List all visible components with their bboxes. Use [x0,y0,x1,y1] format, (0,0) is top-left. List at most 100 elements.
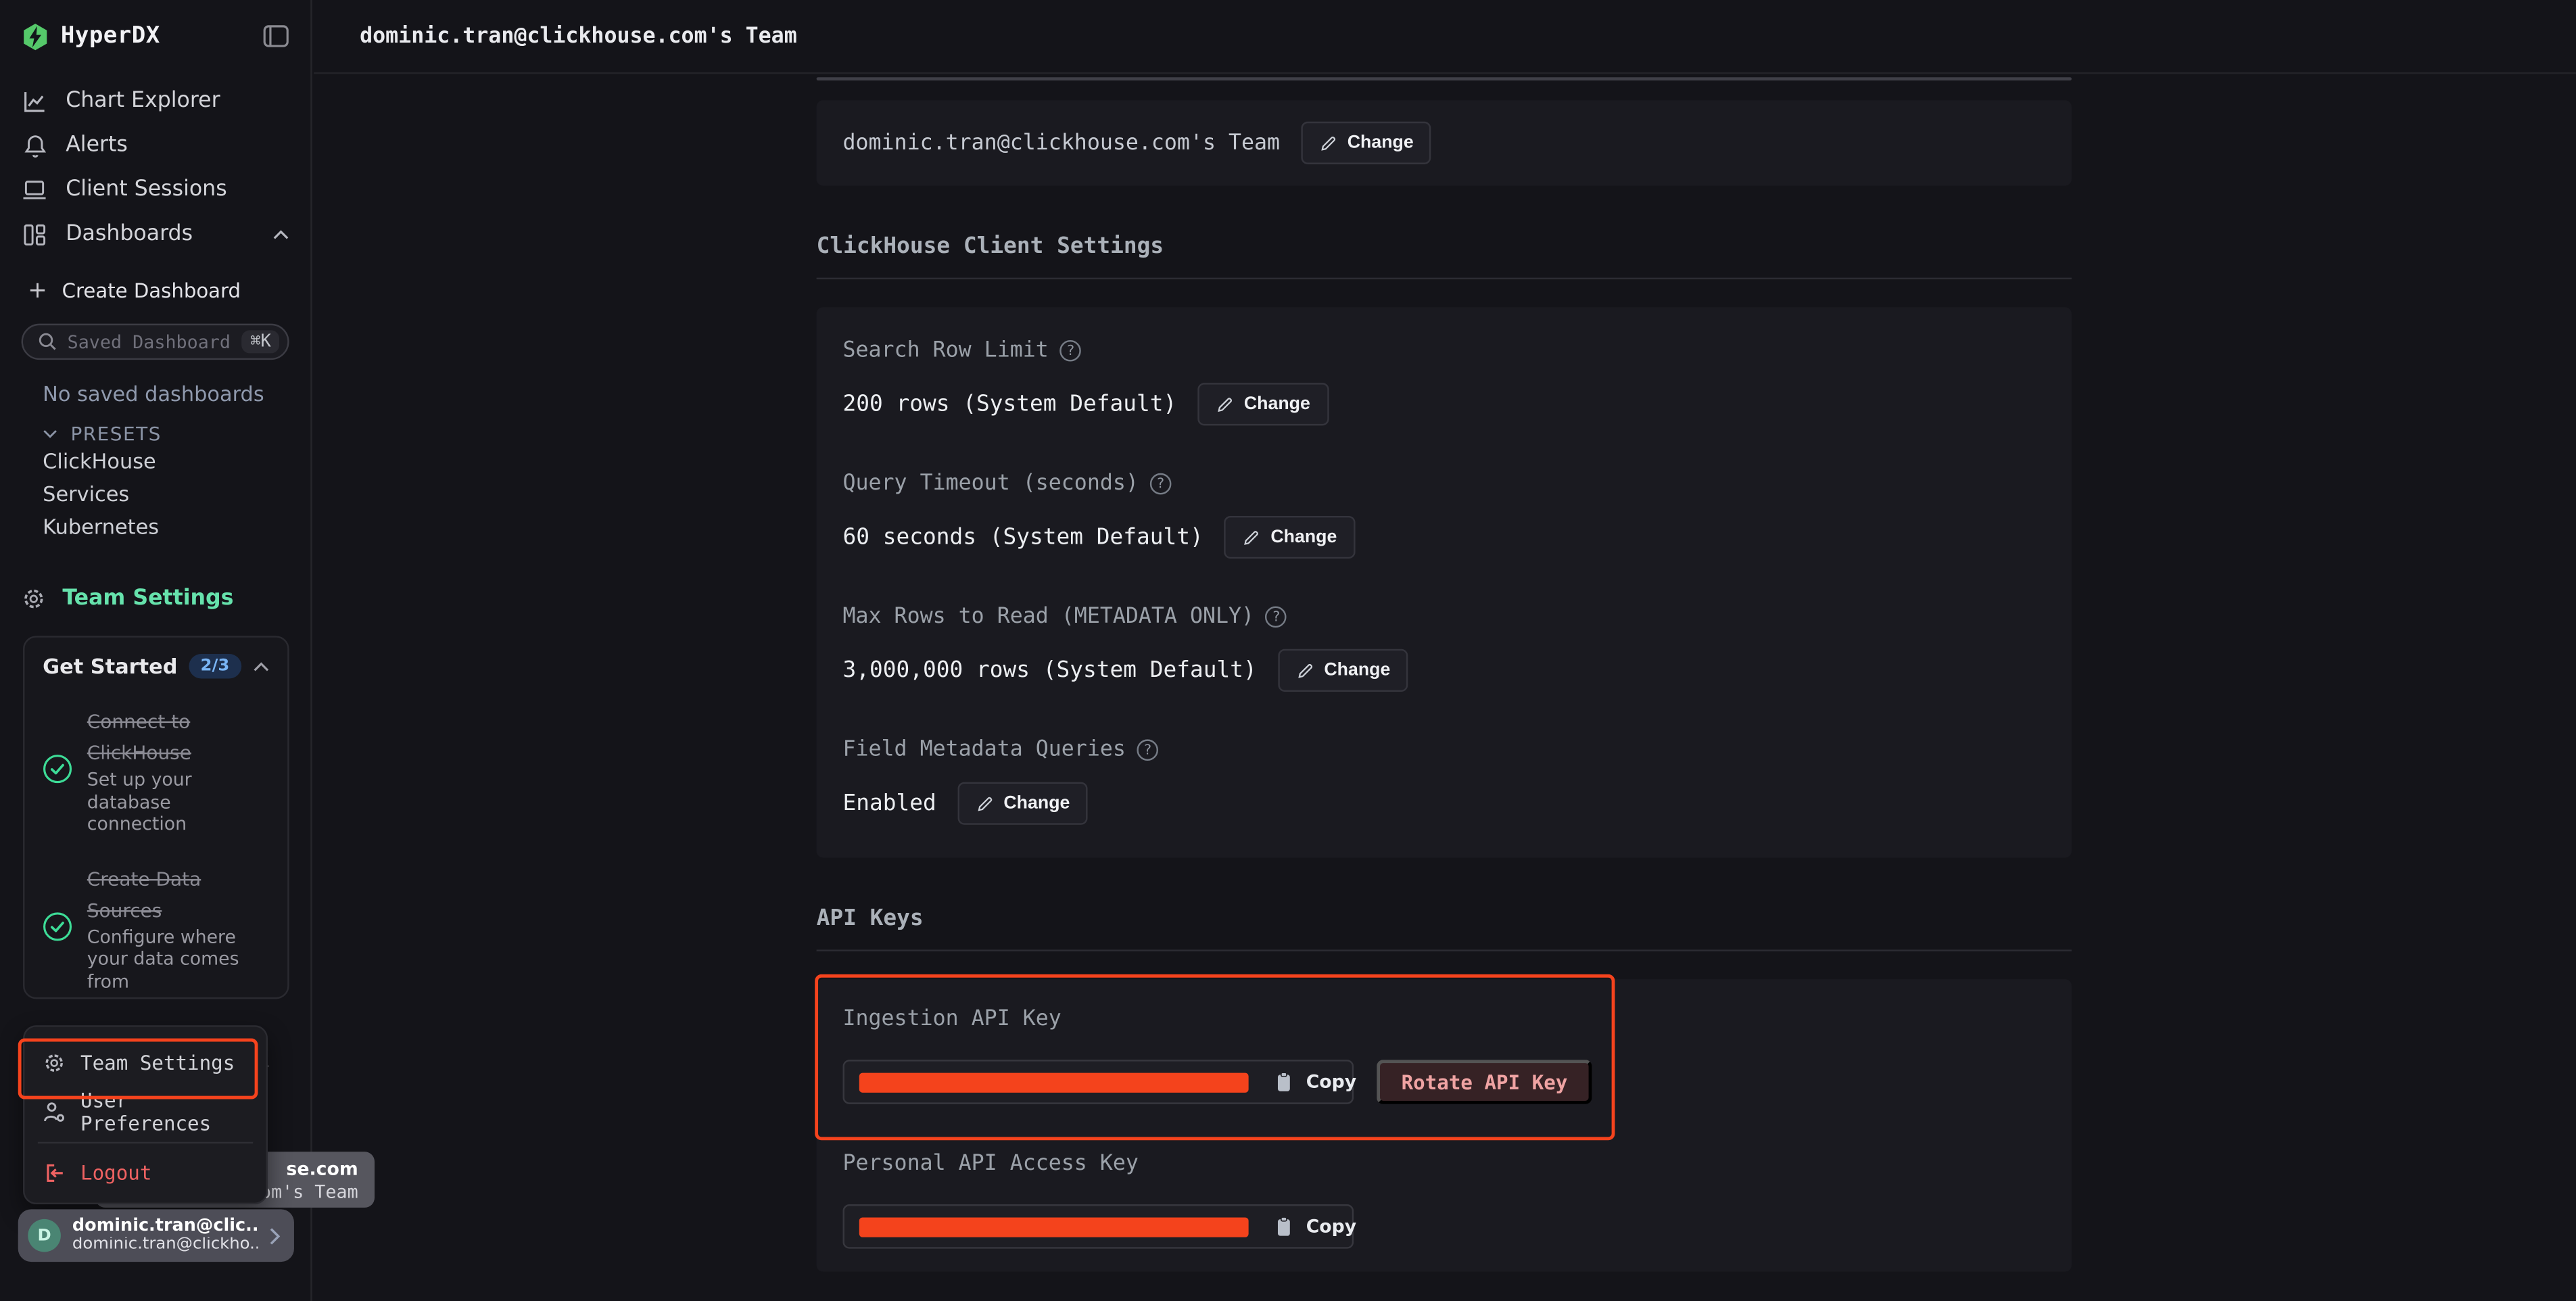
api-keys-heading: API Keys [817,905,2072,932]
setting-field-metadata: Field Metadata Queries ? Enabled Change [842,738,2045,825]
step-desc: Configure where your data comes from [87,926,270,992]
step-desc: Set up your database connection [87,769,270,835]
clipboard-icon [1275,1216,1293,1238]
menu-item-logout[interactable]: Logout [24,1148,266,1198]
check-circle-icon [43,912,72,941]
logout-icon [43,1162,66,1185]
help-icon[interactable]: ? [1266,607,1287,628]
change-search-row-limit-button[interactable]: Change [1198,383,1329,426]
sidebar-item-label: Chart Explorer [66,89,220,113]
logo-row: HyperDX [0,0,310,72]
scrolled-card-edge [817,77,2072,80]
saved-dashboards-search[interactable]: ⌘K [22,324,289,360]
chart-icon [22,88,48,114]
sidebar-item-label: Client Sessions [66,177,227,202]
team-name-value: dominic.tran@clickhouse.com's Team [842,131,1280,155]
get-started-title: Get Started [43,654,177,678]
presets-label: PRESETS [70,422,161,445]
chevron-up-icon[interactable] [272,229,289,239]
sidebar-item-label: Alerts [66,133,128,158]
help-icon[interactable]: ? [1137,740,1159,761]
setting-search-row-limit: Search Row Limit ? 200 rows (System Defa… [842,339,2045,426]
sidebar-nav: Chart Explorer Alerts Client Sessions [0,79,310,256]
copy-button[interactable]: Copy [1306,1216,1357,1238]
avatar: D [28,1219,61,1252]
progress-badge: 2/3 [189,654,241,678]
team-name-card: dominic.tran@clickhouse.com's Team Chang… [817,100,2072,185]
change-field-metadata-button[interactable]: Change [957,782,1088,825]
create-dashboard-label: Create Dashboard [62,279,241,302]
menu-divider [38,1142,253,1143]
sidebar-item-label: Dashboards [66,222,193,246]
hyperdx-logo-icon [22,22,49,50]
user-gear-icon [43,1101,66,1124]
chevron-right-icon [269,1227,281,1245]
pencil-icon [1243,529,1261,547]
dashboards-icon [22,221,48,247]
client-settings-card: Search Row Limit ? 200 rows (System Defa… [817,308,2072,858]
sidebar-item-dashboards[interactable]: Dashboards [0,212,310,256]
chevron-up-icon[interactable] [253,661,269,671]
change-query-timeout-button[interactable]: Change [1224,516,1355,559]
preset-item-kubernetes[interactable]: Kubernetes [43,511,310,544]
account-menu: Team Settings User Preferences Logout [23,1025,268,1204]
personal-key-copy-field[interactable]: Copy [842,1205,1354,1250]
sidebar-item-client-sessions[interactable]: Client Sessions [0,168,310,212]
team-settings-label: Team Settings [62,586,233,611]
user-name: dominic.tran@clic... [72,1217,258,1235]
setting-value: 3,000,000 rows (System Default) [842,657,1256,684]
copy-button[interactable]: Copy [1306,1072,1357,1093]
preset-item-services[interactable]: Services [43,478,310,511]
search-input[interactable] [68,331,233,353]
menu-item-team-settings[interactable]: Team Settings [24,1039,266,1088]
app-title: HyperDX [61,23,160,49]
get-started-header[interactable]: Get Started 2/3 [43,654,269,678]
gear-icon [43,1051,66,1074]
setting-max-rows: Max Rows to Read (METADATA ONLY) ? 3,000… [842,605,2045,692]
plus-icon: + [28,279,47,302]
personal-key-label: Personal API Access Key [842,1152,2045,1177]
change-max-rows-button[interactable]: Change [1278,649,1408,692]
sidebar-item-chart-explorer[interactable]: Chart Explorer [0,79,310,124]
no-saved-dashboards-text: No saved dashboards [43,381,310,406]
create-dashboard-button[interactable]: + Create Dashboard [0,271,310,310]
sidebar-collapse-icon[interactable] [263,24,289,47]
section-divider [817,278,2072,279]
clipboard-icon [1275,1072,1293,1093]
setting-value: 60 seconds (System Default) [842,525,1203,551]
menu-item-label: Team Settings [80,1051,235,1074]
presets-toggle[interactable]: PRESETS [43,422,310,445]
redacted-key-bar [859,1072,1249,1092]
chevron-down-icon [43,429,57,439]
main-content: dominic.tran@clickhouse.com's Team Chang… [314,76,2576,1301]
api-keys-card: Ingestion API Key Copy Rotate API Key [817,980,2072,1273]
help-icon[interactable]: ? [1060,340,1082,362]
user-email: dominic.tran@clickho... [72,1237,258,1254]
setting-query-timeout: Query Timeout (seconds) ? 60 seconds (Sy… [842,472,2045,559]
menu-item-label: User Preferences [80,1089,248,1135]
step-create-data-sources[interactable]: Create Data Sources Configure where your… [43,860,269,993]
get-started-card: Get Started 2/3 Connect to ClickHouse Se… [23,636,289,999]
shortcut-badge: ⌘K [242,330,279,353]
menu-item-user-preferences[interactable]: User Preferences [24,1088,266,1137]
sidebar-item-alerts[interactable]: Alerts [0,123,310,168]
preset-item-clickhouse[interactable]: ClickHouse [43,445,310,478]
check-circle-icon [43,755,72,784]
user-account-card[interactable]: D dominic.tran@clic... dominic.tran@clic… [18,1209,294,1262]
step-title: Connect to ClickHouse [87,710,191,764]
help-icon[interactable]: ? [1150,473,1172,495]
step-connect-clickhouse[interactable]: Connect to ClickHouse Set up your databa… [43,703,269,836]
bell-icon [22,133,48,159]
rotate-api-key-button[interactable]: Rotate API Key [1377,1060,1592,1105]
sidebar-team-settings[interactable]: Team Settings [22,586,311,611]
section-divider [817,950,2072,951]
pencil-icon [1216,396,1235,414]
setting-value: 200 rows (System Default) [842,392,1176,418]
laptop-icon [22,177,48,202]
change-team-name-button[interactable]: Change [1302,122,1432,164]
header: dominic.tran@clickhouse.com's Team [314,0,2576,74]
menu-item-label: Logout [80,1162,151,1185]
ingestion-key-copy-field[interactable]: Copy [842,1060,1354,1105]
step-title: Create Data Sources [87,867,201,921]
annotation-ingestion-key [815,975,1615,1141]
